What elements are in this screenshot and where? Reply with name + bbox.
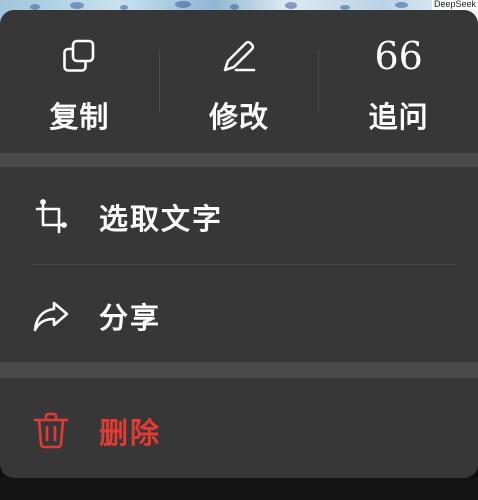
- share-arrow-icon: [32, 297, 70, 335]
- item-divider: [32, 264, 456, 265]
- edit-button[interactable]: 修改: [160, 10, 319, 153]
- share-item[interactable]: 分享: [0, 268, 478, 364]
- follow-up-button[interactable]: 66 追问: [319, 10, 478, 153]
- section-divider-band: [0, 362, 478, 378]
- select-text-item[interactable]: 选取文字: [0, 169, 478, 265]
- copy-button[interactable]: 复制: [0, 10, 159, 153]
- quote-icon: 66: [374, 34, 423, 78]
- copy-icon: [59, 36, 99, 76]
- top-action-bar: 复制 修改 66 追问: [0, 10, 478, 153]
- watermark-text: DeepSeek: [431, 0, 478, 10]
- section-divider-band: [0, 153, 478, 167]
- copy-label: 复制: [49, 100, 110, 134]
- delete-item[interactable]: 删除: [0, 383, 478, 478]
- follow-up-label: 追问: [368, 100, 429, 134]
- select-text-label: 选取文字: [99, 202, 224, 236]
- edit-label: 修改: [209, 100, 270, 134]
- background-bottom: [0, 478, 478, 500]
- share-label: 分享: [99, 301, 162, 335]
- pencil-icon: [219, 36, 259, 76]
- context-menu: 复制 修改 66 追问 选取文字 分享 删除: [0, 10, 478, 478]
- delete-label: 删除: [99, 416, 162, 450]
- crop-icon: [32, 198, 70, 236]
- trash-icon: [32, 412, 70, 450]
